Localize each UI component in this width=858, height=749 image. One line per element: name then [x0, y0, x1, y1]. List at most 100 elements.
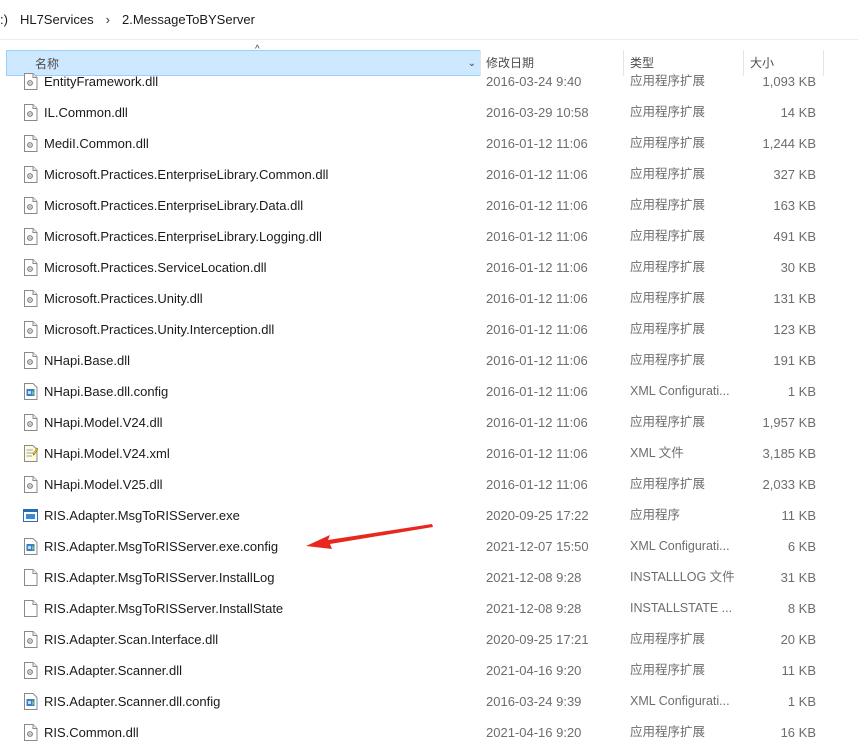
- config-file-icon: [23, 538, 38, 555]
- file-row[interactable]: RIS.Adapter.Scanner.dll.config 2016-03-24…: [0, 686, 858, 717]
- file-row[interactable]: RIS.Adapter.MsgToRISServer.exe 2020-09-25…: [0, 500, 858, 531]
- file-size: 1 KB: [787, 694, 816, 709]
- file-type: 应用程序扩展: [630, 74, 706, 88]
- file-size: 2,033 KB: [762, 477, 817, 492]
- blank-file-icon: [23, 569, 38, 586]
- file-name: NHapi.Model.V24.xml: [44, 446, 170, 461]
- file-type: 应用程序扩展: [630, 632, 706, 646]
- file-name: NHapi.Model.V25.dll: [44, 477, 163, 492]
- file-size: 1,093 KB: [762, 74, 817, 89]
- file-type: 应用程序扩展: [630, 663, 706, 677]
- file-row[interactable]: Microsoft.Practices.EnterpriseLibrary.Da…: [0, 190, 858, 221]
- breadcrumb-root[interactable]: :): [0, 0, 14, 40]
- file-row[interactable]: MediI.Common.dll 2016-01-12 11:06 应用程序扩展 1,…: [0, 128, 858, 159]
- file-size: 131 KB: [773, 291, 816, 306]
- file-modified-date: 2016-01-12 11:06: [486, 353, 588, 368]
- file-size: 163 KB: [773, 198, 816, 213]
- file-name: RIS.Adapter.MsgToRISServer.exe: [44, 508, 240, 523]
- file-modified-date: 2016-01-12 11:06: [486, 229, 588, 244]
- file-type: XML Configurati...: [630, 694, 730, 708]
- breadcrumb-item-hl7services[interactable]: HL7Services: [14, 0, 100, 40]
- file-modified-date: 2016-03-24 9:40: [486, 74, 582, 89]
- file-modified-date: 2016-01-12 11:06: [486, 322, 588, 337]
- file-modified-date: 2016-01-12 11:06: [486, 260, 588, 275]
- file-size: 11 KB: [781, 508, 816, 523]
- file-modified-date: 2016-01-12 11:06: [486, 384, 588, 399]
- config-file-icon: [23, 693, 38, 710]
- file-size: 6 KB: [787, 539, 816, 554]
- breadcrumb-item-current-folder[interactable]: 2.MessageToBYServer: [116, 0, 261, 40]
- file-row[interactable]: Microsoft.Practices.Unity.Interception.d…: [0, 314, 858, 345]
- file-modified-date: 2016-01-12 11:06: [486, 415, 588, 430]
- dll-file-icon: [23, 197, 38, 214]
- file-type: 应用程序扩展: [630, 198, 706, 212]
- file-row[interactable]: RIS.Adapter.Scan.Interface.dll 2020-09-25…: [0, 624, 858, 655]
- file-type: 应用程序扩展: [630, 725, 706, 739]
- file-row[interactable]: RIS.Adapter.Scanner.dll 2021-04-16 9:20 应用…: [0, 655, 858, 686]
- file-row[interactable]: Microsoft.Practices.Unity.dll 2016-01-12 …: [0, 283, 858, 314]
- chevron-right-icon[interactable]: ›: [100, 12, 116, 27]
- file-modified-date: 2021-12-08 9:28: [486, 601, 582, 616]
- file-type: XML 文件: [630, 446, 684, 460]
- xml-file-icon: [23, 445, 39, 462]
- file-row[interactable]: RIS.Common.dll 2021-04-16 9:20 应用程序扩展 16 KB: [0, 717, 858, 748]
- exe-file-icon: [23, 507, 38, 524]
- file-type: INSTALLLOG 文件: [630, 570, 735, 584]
- file-modified-date: 2021-12-08 9:28: [486, 570, 582, 585]
- file-row[interactable]: NHapi.Base.dll.config 2016-01-12 11:06 XML…: [0, 376, 858, 407]
- file-row[interactable]: NHapi.Model.V24.xml 2016-01-12 11:06 XML 文…: [0, 438, 858, 469]
- file-name: RIS.Adapter.Scanner.dll: [44, 663, 183, 678]
- file-type: INSTALLSTATE ...: [630, 601, 733, 615]
- file-row[interactable]: NHapi.Model.V25.dll 2016-01-12 11:06 应用程序扩…: [0, 469, 858, 500]
- file-modified-date: 2016-01-12 11:06: [486, 477, 588, 492]
- file-row[interactable]: RIS.Adapter.MsgToRISServer.InstallLog 202…: [0, 562, 858, 593]
- dll-file-icon: [23, 631, 38, 648]
- file-modified-date: 2021-04-16 9:20: [486, 725, 582, 740]
- file-size: 14 KB: [780, 105, 816, 120]
- file-type: 应用程序扩展: [630, 477, 706, 491]
- file-row[interactable]: NHapi.Base.dll 2016-01-12 11:06 应用程序扩展 191 …: [0, 345, 858, 376]
- file-row[interactable]: Microsoft.Practices.ServiceLocation.dll 2…: [0, 252, 858, 283]
- file-type: 应用程序扩展: [630, 167, 706, 181]
- file-size: 191 KB: [773, 353, 816, 368]
- file-name: RIS.Common.dll: [44, 725, 139, 740]
- file-row[interactable]: RIS.Adapter.MsgToRISServer.InstallState 2…: [0, 593, 858, 624]
- dll-file-icon: [23, 73, 38, 90]
- file-modified-date: 2016-03-29 10:58: [486, 105, 589, 120]
- file-size: 327 KB: [773, 167, 816, 182]
- address-bar[interactable]: :) HL7Services › 2.MessageToBYServer: [0, 0, 858, 40]
- file-row[interactable]: NHapi.Model.V24.dll 2016-01-12 11:06 应用程序扩…: [0, 407, 858, 438]
- dll-file-icon: [23, 662, 38, 679]
- file-size: 123 KB: [773, 322, 816, 337]
- file-row[interactable]: EntityFramework.dll 2016-03-24 9:40 应用程序扩展…: [0, 66, 858, 97]
- dll-file-icon: [23, 290, 38, 307]
- file-name: Microsoft.Practices.EnterpriseLibrary.Co…: [44, 167, 329, 182]
- file-type: 应用程序: [630, 508, 681, 522]
- file-type: 应用程序扩展: [630, 322, 706, 336]
- dll-file-icon: [23, 724, 38, 741]
- file-modified-date: 2016-01-12 11:06: [486, 291, 588, 306]
- file-modified-date: 2016-03-24 9:39: [486, 694, 582, 709]
- file-size: 16 KB: [780, 725, 816, 740]
- file-size: 1 KB: [787, 384, 816, 399]
- dll-file-icon: [23, 414, 38, 431]
- file-size: 11 KB: [781, 663, 816, 678]
- file-type: 应用程序扩展: [630, 415, 706, 429]
- file-name: Microsoft.Practices.Unity.dll: [44, 291, 203, 306]
- file-modified-date: 2020-09-25 17:22: [486, 508, 589, 523]
- file-modified-date: 2016-01-12 11:06: [486, 136, 588, 151]
- dll-file-icon: [23, 228, 38, 245]
- file-name: RIS.Adapter.MsgToRISServer.InstallState: [44, 601, 284, 616]
- file-type: 应用程序扩展: [630, 353, 706, 367]
- file-row[interactable]: Microsoft.Practices.EnterpriseLibrary.Lo…: [0, 221, 858, 252]
- file-row[interactable]: Microsoft.Practices.EnterpriseLibrary.Co…: [0, 159, 858, 190]
- file-row[interactable]: IL.Common.dll 2016-03-29 10:58 应用程序扩展 14 KB: [0, 97, 858, 128]
- file-size: 8 KB: [787, 601, 816, 616]
- dll-file-icon: [23, 259, 38, 276]
- file-size: 20 KB: [780, 632, 816, 647]
- file-row[interactable]: RIS.Adapter.MsgToRISServer.exe.config 202…: [0, 531, 858, 562]
- file-name: NHapi.Base.dll.config: [44, 384, 169, 399]
- file-name: Microsoft.Practices.EnterpriseLibrary.Lo…: [44, 229, 322, 244]
- dll-file-icon: [23, 135, 38, 152]
- dll-file-icon: [23, 321, 38, 338]
